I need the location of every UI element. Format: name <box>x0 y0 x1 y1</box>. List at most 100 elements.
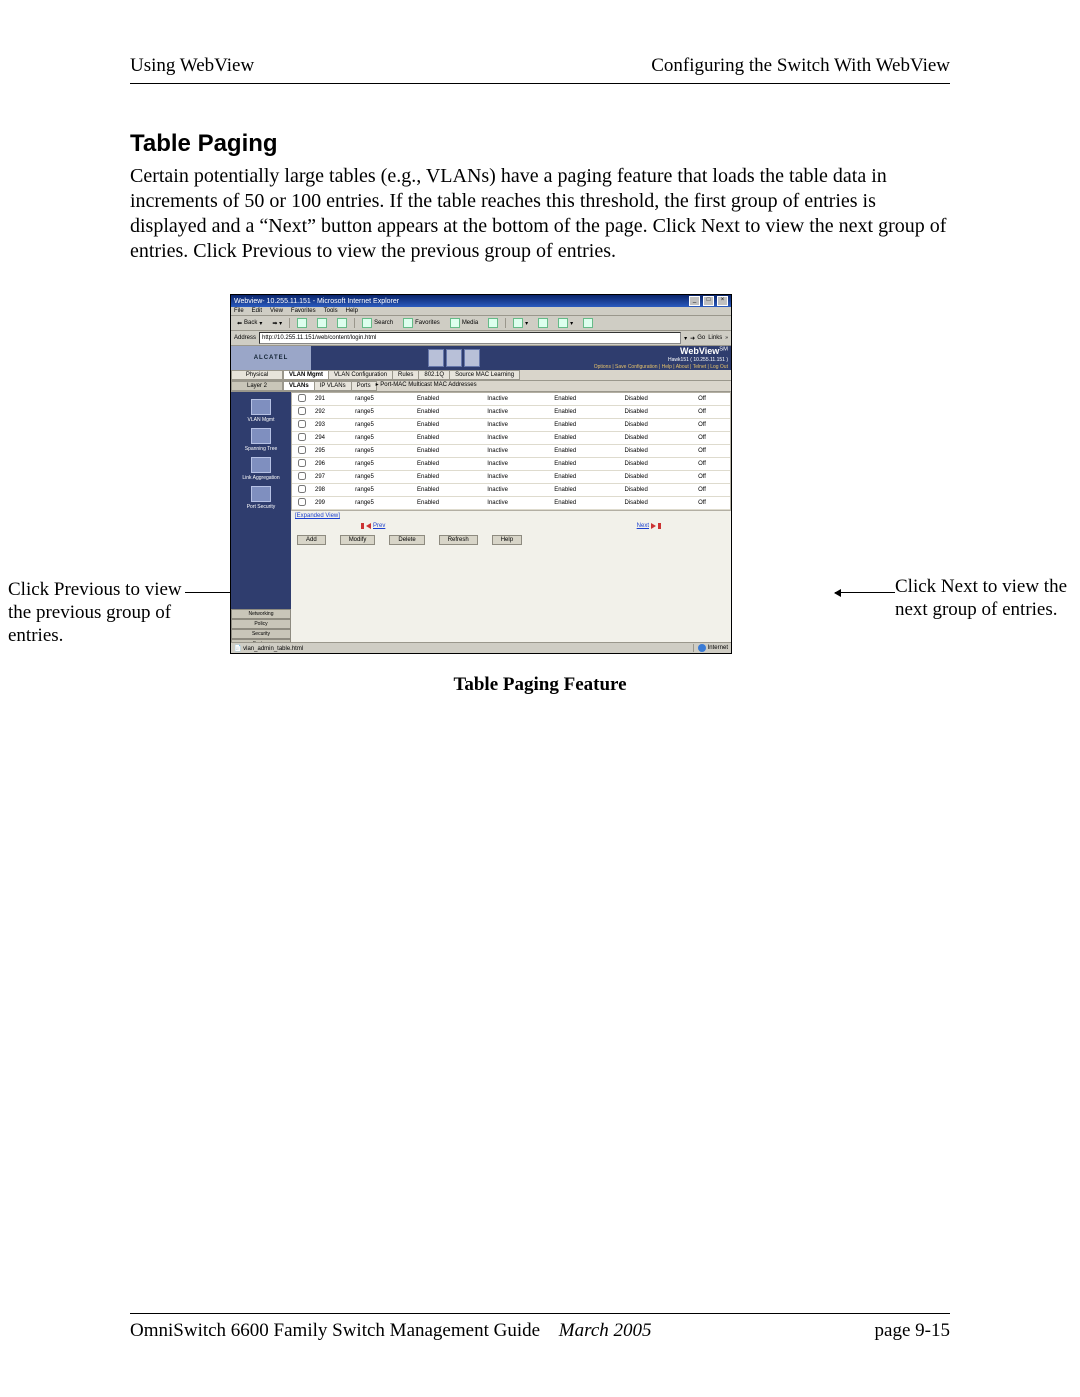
top-tab-row: Physical VLAN Mgmt VLAN Configuration Ru… <box>231 370 731 381</box>
prev-link[interactable]: Prev <box>361 523 385 529</box>
tab-vlan-configuration[interactable]: VLAN Configuration <box>328 370 393 380</box>
add-button[interactable]: Add <box>297 535 326 545</box>
modify-button[interactable]: Modify <box>340 535 376 545</box>
row-checkbox[interactable] <box>298 394 306 402</box>
menu-view[interactable]: View <box>270 308 283 314</box>
media-button[interactable]: Media <box>447 317 481 329</box>
edit-button[interactable]: ▾ <box>555 317 576 329</box>
ie-window: Webview- 10.255.11.151 - Microsoft Inter… <box>230 294 732 654</box>
favorites-button[interactable]: Favorites <box>400 317 443 329</box>
port-security-icon[interactable] <box>251 486 271 502</box>
expanded-view-link[interactable]: [Expanded View] <box>291 511 731 521</box>
tab-source-mac-learning[interactable]: Source MAC Learning <box>449 370 520 380</box>
sidebar-security[interactable]: Security <box>231 629 291 639</box>
menu-favorites[interactable]: Favorites <box>291 308 316 314</box>
address-field[interactable]: http://10.255.11.151/web/content/login.h… <box>259 332 681 344</box>
cell-id: 291 <box>312 393 352 406</box>
search-button[interactable]: Search <box>359 317 396 329</box>
tab-rules[interactable]: Rules <box>392 370 419 380</box>
internet-icon <box>698 644 706 652</box>
options-bar[interactable]: Options | Save Configuration | Help | Ab… <box>594 364 728 370</box>
history-button[interactable] <box>485 317 501 329</box>
sidebar-item-spanning-tree[interactable]: Spanning Tree <box>245 446 278 452</box>
menu-help[interactable]: Help <box>346 308 358 314</box>
menu-tools[interactable]: Tools <box>324 308 338 314</box>
address-dropdown-icon[interactable]: ▾ <box>684 335 687 342</box>
section-title: Table Paging <box>130 130 950 158</box>
minimize-button[interactable]: _ <box>689 296 700 306</box>
refresh-button[interactable] <box>314 317 330 329</box>
table-row: 299range5EnabledInactiveEnabledDisabledO… <box>292 497 730 510</box>
forward-button[interactable]: ➡ ▾ <box>269 319 285 328</box>
footer-page-number: page 9-15 <box>875 1320 950 1342</box>
row-checkbox[interactable] <box>298 407 306 415</box>
sidebar-networking[interactable]: Networking <box>231 609 291 619</box>
go-button[interactable]: ➜Go <box>690 335 705 342</box>
cell-name: range5 <box>352 497 414 510</box>
cell-id: 297 <box>312 471 352 484</box>
menu-file[interactable]: File <box>234 308 244 314</box>
subtab-ip-vlans[interactable]: IP VLANs <box>314 381 352 391</box>
delete-button[interactable]: Delete <box>389 535 424 545</box>
vlan-mgmt-icon[interactable] <box>251 399 271 415</box>
device-ip-label: Hawk151 ( 10.255.11.151 ) <box>668 357 728 363</box>
row-checkbox[interactable] <box>298 472 306 480</box>
cell-oper: Inactive <box>484 471 551 484</box>
cell-oper: Inactive <box>484 497 551 510</box>
cell-voice: Off <box>695 484 730 497</box>
back-button[interactable]: ⬅ Back ▾ <box>234 319 265 328</box>
cell-oper: Inactive <box>484 445 551 458</box>
sidebar-item-port-security[interactable]: Port Security <box>247 504 276 510</box>
close-button[interactable]: × <box>717 296 728 306</box>
ie-title-text: Webview- 10.255.11.151 - Microsoft Inter… <box>234 298 399 305</box>
discuss-button[interactable] <box>580 317 596 329</box>
table-row: 295range5EnabledInactiveEnabledDisabledO… <box>292 445 730 458</box>
subtab-ports[interactable]: Ports <box>351 381 377 391</box>
row-checkbox[interactable] <box>298 446 306 454</box>
edit-icon <box>558 318 568 328</box>
links-label[interactable]: Links <box>708 335 722 341</box>
maximize-button[interactable]: □ <box>703 296 714 306</box>
body-paragraph: Certain potentially large tables (e.g., … <box>130 164 950 264</box>
tab-vlan-mgmt[interactable]: VLAN Mgmt <box>283 370 329 380</box>
cell-name: range5 <box>352 471 414 484</box>
cell-id: 296 <box>312 458 352 471</box>
print-button[interactable] <box>535 317 551 329</box>
cell-auth: Disabled <box>621 497 695 510</box>
home-button[interactable] <box>334 317 350 329</box>
link-aggregation-icon[interactable] <box>251 457 271 473</box>
table-row: 291range5EnabledInactiveEnabledDisabledO… <box>292 393 730 406</box>
refresh-action-button[interactable]: Refresh <box>439 535 478 545</box>
row-checkbox[interactable] <box>298 459 306 467</box>
running-head-right: Configuring the Switch With WebView <box>651 55 950 77</box>
cell-id: 293 <box>312 419 352 432</box>
sidebar-item-vlan-mgmt[interactable]: VLAN Mgmt <box>248 417 275 423</box>
row-checkbox[interactable] <box>298 420 306 428</box>
cell-admin: Enabled <box>414 484 484 497</box>
cell-name: range5 <box>352 458 414 471</box>
menu-edit[interactable]: Edit <box>252 308 262 314</box>
cell-name: range5 <box>352 445 414 458</box>
main-panel: 291range5EnabledInactiveEnabledDisabledO… <box>291 392 731 652</box>
side-tab-physical[interactable]: Physical <box>231 370 283 380</box>
cell-voice: Off <box>695 458 730 471</box>
sidebar-item-link-aggregation[interactable]: Link Aggregation <box>242 475 279 481</box>
row-checkbox[interactable] <box>298 485 306 493</box>
row-checkbox[interactable] <box>298 433 306 441</box>
cell-auth: Disabled <box>621 471 695 484</box>
mail-button[interactable]: ▾ <box>510 317 531 329</box>
stop-button[interactable] <box>294 317 310 329</box>
cell-stp: Enabled <box>551 497 621 510</box>
sidebar-policy[interactable]: Policy <box>231 619 291 629</box>
next-link[interactable]: Next <box>637 523 661 529</box>
row-checkbox[interactable] <box>298 498 306 506</box>
table-row: 297range5EnabledInactiveEnabledDisabledO… <box>292 471 730 484</box>
side-tab-layer2[interactable]: Layer 2 <box>231 381 283 391</box>
banner-icon <box>428 349 444 367</box>
tab-8021q[interactable]: 802.1Q <box>418 370 450 380</box>
subtab-vlans[interactable]: VLANs <box>283 381 315 391</box>
alcatel-logo: ALCATEL <box>231 346 311 370</box>
help-button[interactable]: Help <box>492 535 522 545</box>
pager: Prev Next <box>291 521 731 531</box>
spanning-tree-icon[interactable] <box>251 428 271 444</box>
